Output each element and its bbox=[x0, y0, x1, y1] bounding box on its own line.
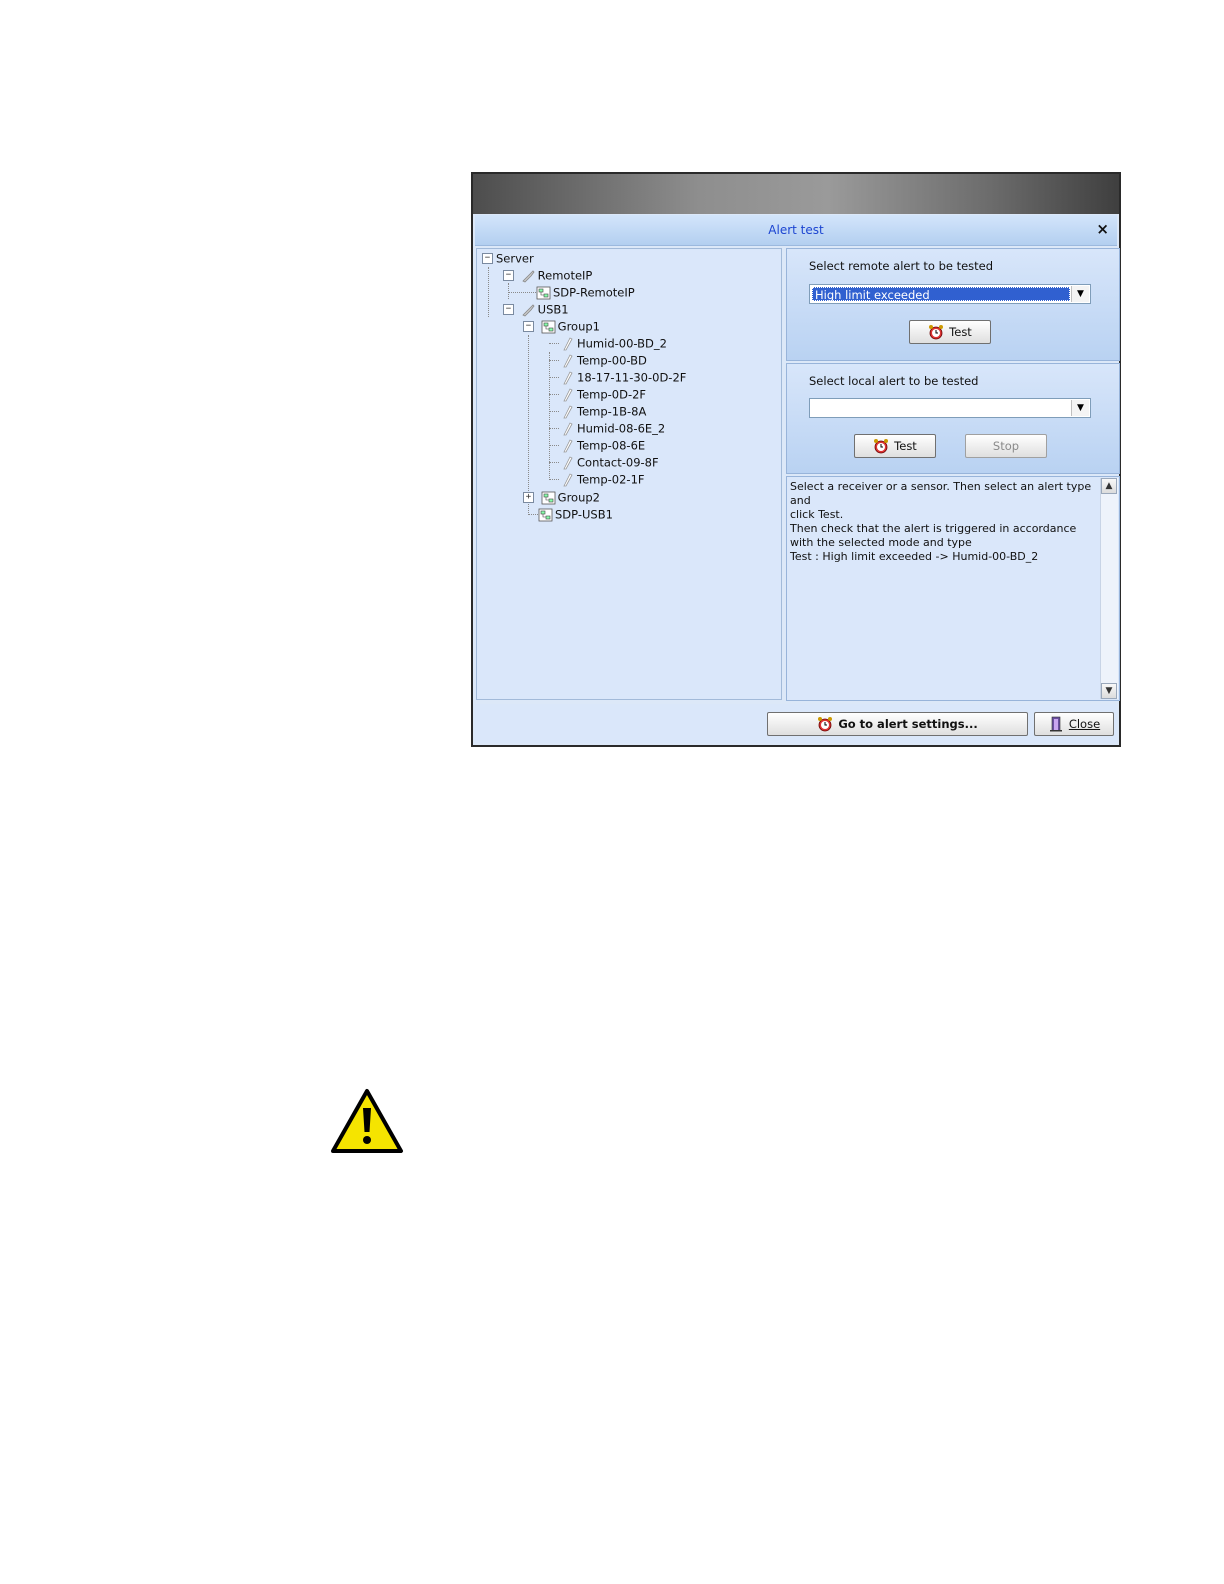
tree-node-sensor[interactable]: 18-17-11-30-0D-2F bbox=[560, 369, 686, 385]
sensor-icon bbox=[563, 370, 573, 384]
tree-node-sdp-remoteip[interactable]: SDP-RemoteIP bbox=[536, 284, 635, 300]
tree-node-label: Temp-08-6E bbox=[577, 438, 646, 453]
tree-node-label: Temp-0D-2F bbox=[577, 387, 647, 402]
sensor-icon bbox=[563, 421, 573, 435]
tree-node-sensor[interactable]: Humid-00-BD_2 bbox=[560, 335, 667, 351]
stop-button[interactable]: Stop bbox=[965, 434, 1047, 458]
receiver-icon bbox=[521, 269, 535, 282]
remote-test-button[interactable]: Test bbox=[909, 320, 991, 344]
close-label: Close bbox=[1068, 717, 1101, 731]
receiver-icon bbox=[521, 303, 535, 316]
alarm-clock-icon bbox=[818, 717, 833, 732]
tree-node-label: USB1 bbox=[537, 302, 569, 317]
tree-node-sensor[interactable]: Temp-0D-2F bbox=[560, 386, 646, 402]
tree-node-label: SDP-RemoteIP bbox=[553, 285, 635, 300]
tree-node-sensor[interactable]: Contact-09-8F bbox=[560, 454, 659, 470]
remote-alert-value: High limit exceeded bbox=[812, 287, 1070, 302]
remote-alert-select[interactable]: High limit exceeded ▼ bbox=[809, 284, 1091, 304]
local-alert-panel: Select local alert to be tested ▼ Test S… bbox=[786, 363, 1120, 474]
log-line: Test : High limit exceeded -> Humid-00-B… bbox=[790, 550, 1039, 563]
exit-door-icon bbox=[1049, 716, 1062, 732]
network-icon bbox=[541, 320, 556, 333]
tree-node-group1[interactable]: − Group1 bbox=[523, 318, 600, 334]
log-content: Select a receiver or a sensor. Then sele… bbox=[790, 480, 1099, 564]
log-line: with the selected mode and type bbox=[790, 536, 972, 549]
local-test-label: Test bbox=[894, 439, 917, 453]
log-line: Select a receiver or a sensor. Then sele… bbox=[790, 480, 1092, 507]
sensor-icon bbox=[563, 438, 573, 452]
tree-node-sensor[interactable]: Temp-02-1F bbox=[560, 471, 645, 487]
sensor-icon bbox=[563, 353, 573, 367]
network-icon bbox=[541, 491, 556, 504]
tree-node-label: Temp-00-BD bbox=[577, 353, 647, 368]
collapse-icon[interactable]: − bbox=[503, 270, 514, 281]
window-top-strip bbox=[473, 174, 1119, 214]
network-icon bbox=[536, 286, 551, 299]
scroll-up-icon[interactable]: ▲ bbox=[1101, 478, 1117, 494]
remote-test-label: Test bbox=[949, 325, 972, 339]
window-title: Alert test bbox=[768, 223, 824, 237]
tree-node-sensor[interactable]: Temp-00-BD bbox=[560, 352, 647, 368]
tree-node-group2[interactable]: + Group2 bbox=[523, 489, 600, 505]
local-alert-label: Select local alert to be tested bbox=[809, 374, 979, 388]
tree-node-remoteip[interactable]: − RemoteIP bbox=[503, 267, 592, 283]
close-button[interactable]: Close bbox=[1034, 712, 1114, 736]
scroll-down-icon[interactable]: ▼ bbox=[1101, 683, 1117, 699]
tree-node-label: Humid-00-BD_2 bbox=[577, 336, 667, 351]
local-alert-select[interactable]: ▼ bbox=[809, 398, 1091, 418]
tree-node-label: Temp-1B-8A bbox=[577, 404, 647, 419]
tree-node-label: Humid-08-6E_2 bbox=[577, 421, 666, 436]
collapse-icon[interactable]: − bbox=[523, 321, 534, 332]
title-bar: Alert test × bbox=[475, 215, 1117, 246]
tree-node-label: Temp-02-1F bbox=[577, 472, 645, 487]
sensor-icon bbox=[563, 336, 573, 350]
tree-node-sensor[interactable]: Humid-08-6E_2 bbox=[560, 420, 665, 436]
warning-icon bbox=[331, 1089, 403, 1153]
tree-node-label: Contact-09-8F bbox=[577, 455, 659, 470]
tree-node-sdp-usb1[interactable]: SDP-USB1 bbox=[538, 506, 613, 522]
tree-node-label: Server bbox=[496, 251, 534, 266]
alert-test-window: Alert test × − Server − RemoteIP SDP-Remo… bbox=[471, 172, 1121, 747]
tree-node-label: Group2 bbox=[557, 490, 600, 505]
tree-node-label: Group1 bbox=[557, 319, 600, 334]
log-scrollbar[interactable]: ▲ ▼ bbox=[1100, 478, 1118, 699]
collapse-icon[interactable]: − bbox=[503, 304, 514, 315]
log-line: Then check that the alert is triggered i… bbox=[790, 522, 1077, 535]
sensor-icon bbox=[563, 404, 573, 418]
footer-bar: Go to alert settings... Close bbox=[475, 704, 1117, 743]
alarm-clock-icon bbox=[929, 325, 944, 340]
stop-label: Stop bbox=[992, 439, 1020, 453]
log-line: click Test. bbox=[790, 508, 844, 521]
close-icon[interactable]: × bbox=[1096, 220, 1109, 238]
tree-node-sensor[interactable]: Temp-1B-8A bbox=[560, 403, 646, 419]
chevron-down-icon[interactable]: ▼ bbox=[1071, 400, 1089, 416]
expand-icon[interactable]: + bbox=[523, 492, 534, 503]
sensor-icon bbox=[563, 472, 573, 486]
tree-node-label: 18-17-11-30-0D-2F bbox=[577, 370, 687, 385]
device-tree[interactable]: − Server − RemoteIP SDP-RemoteIP − USB1 −… bbox=[476, 248, 782, 700]
go-to-alert-settings-label: Go to alert settings... bbox=[838, 717, 978, 731]
tree-node-label: RemoteIP bbox=[537, 268, 593, 283]
chevron-down-icon[interactable]: ▼ bbox=[1071, 286, 1089, 302]
log-text-area[interactable]: Select a receiver or a sensor. Then sele… bbox=[786, 476, 1120, 701]
tree-node-label: SDP-USB1 bbox=[555, 507, 613, 522]
remote-alert-label: Select remote alert to be tested bbox=[809, 259, 994, 273]
local-test-button[interactable]: Test bbox=[854, 434, 936, 458]
remote-alert-panel: Select remote alert to be tested High li… bbox=[786, 248, 1120, 361]
sensor-icon bbox=[563, 455, 573, 469]
go-to-alert-settings-button[interactable]: Go to alert settings... bbox=[767, 712, 1028, 736]
tree-node-usb1[interactable]: − USB1 bbox=[503, 301, 569, 317]
tree-node-server[interactable]: − Server bbox=[482, 250, 534, 266]
alarm-clock-icon bbox=[874, 439, 889, 454]
sensor-icon bbox=[563, 387, 573, 401]
tree-node-sensor[interactable]: Temp-08-6E bbox=[560, 437, 645, 453]
collapse-icon[interactable]: − bbox=[482, 253, 493, 264]
network-icon bbox=[538, 508, 553, 521]
